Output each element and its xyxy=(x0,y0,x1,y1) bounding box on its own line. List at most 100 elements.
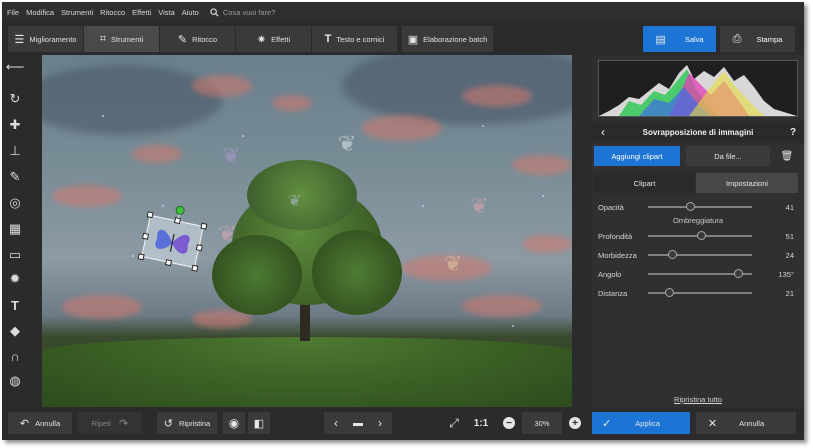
rotate-handle[interactable] xyxy=(174,205,186,216)
next-chevron-icon[interactable]: › xyxy=(370,416,390,430)
menu-vista[interactable]: Vista xyxy=(158,8,175,17)
slider-track[interactable] xyxy=(648,206,752,208)
tab-miglioramento[interactable]: ☰ Miglioramento xyxy=(8,26,84,52)
help-icon[interactable]: ? xyxy=(782,127,804,138)
zoom-in-button[interactable]: + xyxy=(568,412,582,434)
menu-modifica[interactable]: Modifica xyxy=(26,8,54,17)
trash-icon[interactable]: 🗑 xyxy=(776,146,798,166)
tab-label: Miglioramento xyxy=(29,34,77,44)
resize-handle[interactable] xyxy=(164,259,173,267)
save-label: Salva xyxy=(684,34,704,44)
slider-label: Angolo xyxy=(598,269,622,279)
selected-clipart[interactable] xyxy=(137,205,208,272)
fit-screen-icon[interactable]: ⤢ xyxy=(443,412,465,434)
reset-all-link[interactable]: Ripristina tutto xyxy=(592,395,804,404)
slider-value: 21 xyxy=(785,288,794,298)
opacity-slider[interactable]: Opacità 41 xyxy=(598,200,798,214)
search-input[interactable] xyxy=(222,7,303,17)
slider-knob[interactable] xyxy=(665,288,675,297)
print-button[interactable]: ⎙ Stampa xyxy=(720,26,796,52)
photo-canvas[interactable]: ❦ ❦ ❦ ❦ ❦ ❦ xyxy=(42,55,572,407)
folder-icon[interactable]: ▬ xyxy=(346,418,370,429)
menu-bar: File Modifica Strumenti Ritocco Effetti … xyxy=(2,2,804,22)
stamp-icon[interactable]: ⊥ xyxy=(6,142,24,160)
resize-handle[interactable] xyxy=(137,253,145,261)
tab-ritocco[interactable]: ✎ Ritocco xyxy=(160,26,236,52)
distance-slider[interactable]: Distanza 21 xyxy=(598,286,798,300)
apply-label: Applica xyxy=(635,418,660,428)
back-chevron-icon[interactable]: ‹ xyxy=(592,125,614,139)
butterfly-icon: ❦ xyxy=(288,193,302,210)
butterfly-icon: ❦ xyxy=(222,143,241,168)
angle-slider[interactable]: Angolo 135° xyxy=(598,267,798,281)
back-arrow-icon[interactable]: ⟵ xyxy=(6,58,25,76)
eye-icon[interactable]: ◉ xyxy=(223,412,245,434)
depth-slider[interactable]: Profondità 51 xyxy=(598,229,798,243)
resize-handle[interactable] xyxy=(195,244,203,252)
redo-label: Ripeti xyxy=(91,418,111,428)
slider-knob[interactable] xyxy=(733,269,743,278)
redo-icon: ↷ xyxy=(118,417,129,430)
print-label: Stampa xyxy=(756,34,783,44)
restore-button[interactable]: ↺ Ripristina xyxy=(157,412,217,434)
fill-icon[interactable]: ◆ xyxy=(6,322,24,340)
gradient-icon[interactable]: ▦ xyxy=(6,220,24,238)
zoom-out-button[interactable]: − xyxy=(502,412,516,434)
search-box[interactable] xyxy=(210,7,303,17)
slider-value: 51 xyxy=(785,231,794,241)
cancel-button[interactable]: ✕ Annulla xyxy=(696,412,796,434)
resize-handle[interactable] xyxy=(173,217,182,225)
slider-track[interactable] xyxy=(648,292,752,294)
tab-label: Testo e cornici xyxy=(336,34,385,44)
tab-elaborazione-batch[interactable]: ▣ Elaborazione batch xyxy=(402,26,494,52)
save-button[interactable]: ▤ Salva xyxy=(643,26,717,52)
slider-knob[interactable] xyxy=(668,250,678,259)
menu-file[interactable]: File xyxy=(7,8,19,17)
prev-chevron-icon[interactable]: ‹ xyxy=(326,416,346,430)
slider-knob[interactable] xyxy=(696,231,706,240)
resize-handle[interactable] xyxy=(146,211,154,219)
check-icon: ✓ xyxy=(602,417,612,430)
radial-icon[interactable]: ◎ xyxy=(6,194,24,212)
light-icon[interactable]: ✹ xyxy=(6,270,24,288)
tab-effetti[interactable]: ✷ Effetti xyxy=(236,26,312,52)
shadow-header: Ombreggiatura xyxy=(672,216,724,225)
resize-handle[interactable] xyxy=(200,222,208,230)
resize-handle[interactable] xyxy=(191,264,199,272)
brush-tool-icon[interactable]: ✎ xyxy=(6,168,24,186)
main-toolbar: ☰ Miglioramento ⌗ Strumenti ✎ Ritocco ✷ … xyxy=(2,26,804,54)
redo-button[interactable]: Ripeti ↷ xyxy=(78,412,142,434)
magnet-icon[interactable]: ∩ xyxy=(6,347,24,365)
slider-knob[interactable] xyxy=(686,202,696,211)
subtab-clipart[interactable]: Clipart xyxy=(594,173,695,193)
healing-patch-icon[interactable]: ✚ xyxy=(6,116,24,134)
sliders-icon: ☰ xyxy=(14,33,25,46)
tab-testo-e-cornici[interactable]: T Testo e cornici xyxy=(312,26,398,52)
tab-strumenti[interactable]: ⌗ Strumenti xyxy=(84,26,160,52)
globe-icon[interactable]: ◍ xyxy=(6,372,24,390)
add-clipart-button[interactable]: Aggiungi clipart xyxy=(594,146,680,166)
menu-aiuto[interactable]: Aiuto xyxy=(182,8,199,17)
butterfly-icon: ❦ xyxy=(218,221,237,246)
slider-label: Profondità xyxy=(598,231,633,241)
apply-button[interactable]: ✓ Applica xyxy=(592,412,690,434)
resize-handle[interactable] xyxy=(141,232,150,240)
subtab-impostazioni[interactable]: Impostazioni xyxy=(696,173,798,193)
zoom-level[interactable]: 30% xyxy=(522,412,562,434)
from-file-button[interactable]: Da file... xyxy=(686,146,770,166)
rotate-icon[interactable]: ↻ xyxy=(6,90,24,108)
slider-track[interactable] xyxy=(648,254,752,256)
menu-strumenti[interactable]: Strumenti xyxy=(61,8,93,17)
histogram xyxy=(598,60,798,117)
menu-effetti[interactable]: Effetti xyxy=(132,8,151,17)
vignette-icon[interactable]: ▭ xyxy=(6,246,24,264)
softness-slider[interactable]: Morbidezza 24 xyxy=(598,248,798,262)
undo-button[interactable]: ↶ Annulla xyxy=(8,412,72,434)
menu-ritocco[interactable]: Ritocco xyxy=(100,8,125,17)
text-tool-icon[interactable]: T xyxy=(6,296,24,314)
slider-label: Distanza xyxy=(598,288,628,298)
brush-icon: ✎ xyxy=(177,33,188,46)
compare-icon[interactable]: ◧ xyxy=(248,412,270,434)
navigation-group: ‹ ▬ › xyxy=(324,412,392,434)
actual-size-button[interactable]: 1:1 xyxy=(470,412,492,434)
